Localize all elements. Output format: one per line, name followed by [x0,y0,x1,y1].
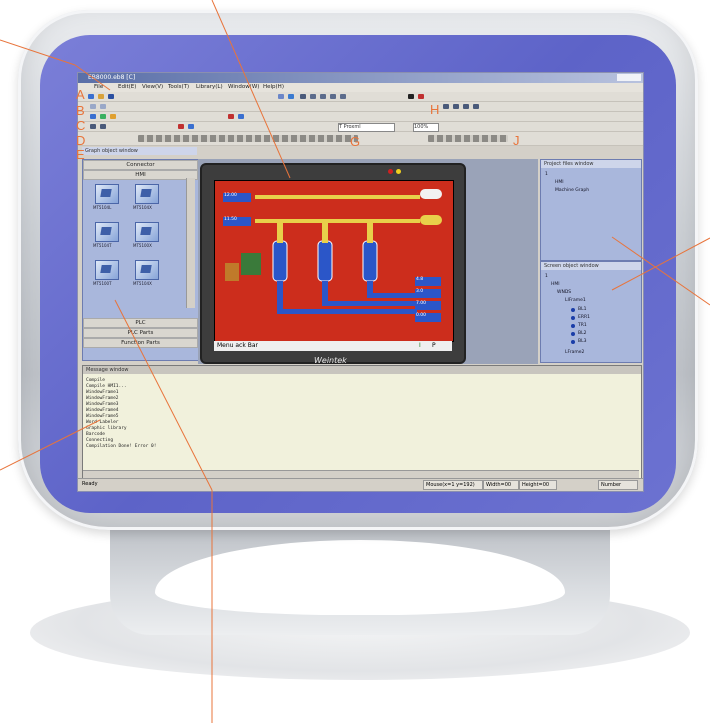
leader-line-editor [211,0,291,179]
leader-line-menu [74,64,111,91]
leader-line-window [0,39,76,66]
leader-line-library [114,299,213,491]
callout-leader-lines [0,0,710,723]
leader-line-screen-panel [611,237,710,291]
leader-line-project-panel [611,236,710,306]
leader-line-message [0,419,101,471]
